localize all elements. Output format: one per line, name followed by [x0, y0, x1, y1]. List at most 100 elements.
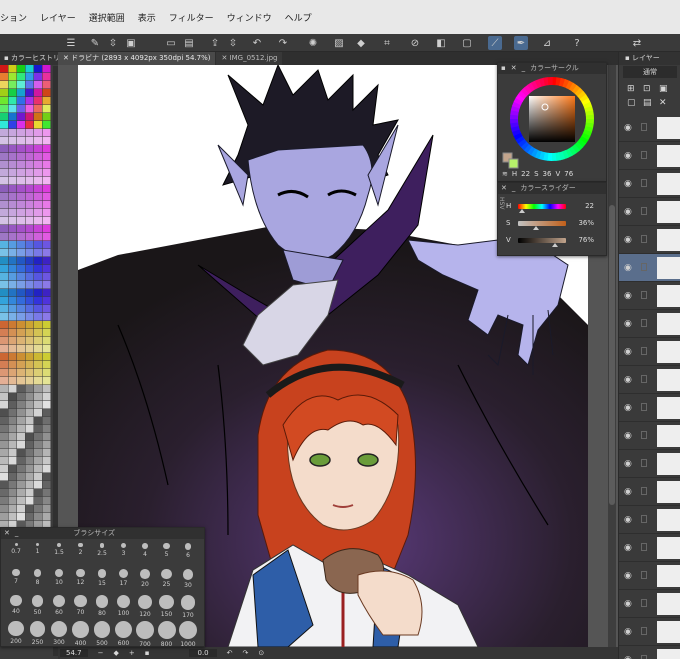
color-swatch[interactable] [17, 385, 25, 393]
brush-size-option[interactable]: 20 [134, 566, 156, 590]
brush-size-option[interactable]: 30 [177, 566, 199, 590]
color-swatch[interactable] [25, 353, 34, 361]
lock-toggle[interactable] [641, 487, 647, 495]
color-swatch[interactable] [8, 353, 17, 361]
color-swatch[interactable] [8, 209, 17, 217]
brush-size-option[interactable]: 3 [113, 540, 135, 564]
visibility-eye-icon[interactable]: ◉ [624, 291, 632, 301]
color-swatch[interactable] [34, 185, 42, 193]
color-swatch[interactable] [8, 249, 17, 257]
color-swatch[interactable] [25, 81, 34, 89]
color-swatch[interactable] [34, 393, 42, 401]
color-swatch[interactable] [0, 417, 8, 425]
color-swatch[interactable] [25, 433, 34, 441]
color-swatch[interactable] [25, 185, 34, 193]
color-swatch[interactable] [34, 305, 42, 313]
color-swatch[interactable] [42, 97, 51, 105]
zoom-slider-icon[interactable]: ◆ [113, 649, 118, 657]
color-swatch[interactable] [8, 89, 17, 97]
color-swatch[interactable] [17, 113, 25, 121]
color-swatch[interactable] [0, 137, 8, 145]
color-swatch[interactable] [34, 473, 42, 481]
color-swatch[interactable] [25, 321, 34, 329]
color-swatch[interactable] [8, 65, 17, 73]
color-swatch[interactable] [0, 489, 8, 497]
brush-size-option[interactable]: 60 [48, 592, 70, 616]
color-swatch[interactable] [17, 281, 25, 289]
color-swatch[interactable] [42, 337, 51, 345]
color-swatch[interactable] [25, 489, 34, 497]
color-swatch[interactable] [42, 465, 51, 473]
color-swatch[interactable] [17, 513, 25, 521]
color-swatch[interactable] [42, 121, 51, 129]
brush-size-option[interactable]: 500 [91, 618, 113, 647]
color-swatch[interactable] [17, 329, 25, 337]
color-swatch[interactable] [25, 449, 34, 457]
color-swatch[interactable] [34, 289, 42, 297]
folder-icon[interactable]: ▤ [643, 98, 652, 108]
color-swatch[interactable] [34, 225, 42, 233]
color-swatch[interactable] [0, 201, 8, 209]
color-swatch[interactable] [0, 433, 8, 441]
color-swatch[interactable] [0, 161, 8, 169]
color-swatch[interactable] [25, 161, 34, 169]
lock-toggle[interactable] [641, 347, 647, 355]
lock-toggle[interactable] [641, 627, 647, 635]
color-swatch[interactable] [8, 329, 17, 337]
deselect-icon[interactable]: ⊘ [408, 36, 422, 50]
color-swatch[interactable] [17, 377, 25, 385]
color-swatch[interactable] [17, 481, 25, 489]
color-swatch[interactable] [34, 505, 42, 513]
open-folder-icon[interactable]: ▤ [182, 36, 196, 50]
color-swatch[interactable] [0, 481, 8, 489]
brush-size-option[interactable]: 15 [91, 566, 113, 590]
color-swatch[interactable] [34, 313, 42, 321]
color-swatch[interactable] [34, 81, 42, 89]
brush-size-option[interactable]: 700 [134, 618, 156, 648]
color-swatch[interactable] [34, 297, 42, 305]
color-swatch[interactable] [17, 129, 25, 137]
visibility-eye-icon[interactable]: ◉ [624, 459, 632, 469]
hue-ring-segment[interactable] [547, 77, 553, 86]
hsv-toggle-icon[interactable]: ≋ [502, 170, 508, 178]
color-swatch[interactable] [17, 73, 25, 81]
minimize-icon[interactable]: _ [15, 528, 19, 539]
color-swatch[interactable] [0, 193, 8, 201]
brush-size-option[interactable]: 5 [156, 540, 178, 564]
layer-row[interactable]: ◉ [619, 562, 680, 590]
close-icon[interactable]: ✕ [4, 528, 10, 539]
color-swatch[interactable] [17, 425, 25, 433]
color-swatch[interactable] [42, 441, 51, 449]
visibility-eye-icon[interactable]: ◉ [624, 599, 632, 609]
layer-row[interactable]: ◉ [619, 394, 680, 422]
color-swatch[interactable] [34, 345, 42, 353]
color-swatch[interactable] [8, 81, 17, 89]
menu-item-window[interactable]: ウィンドウ [227, 11, 272, 24]
rotate-left-icon[interactable]: ↶ [227, 649, 233, 657]
color-swatch[interactable] [25, 233, 34, 241]
visibility-eye-icon[interactable]: ◉ [624, 207, 632, 217]
color-swatch[interactable] [0, 361, 8, 369]
color-swatch[interactable] [25, 201, 34, 209]
brush-size-option[interactable]: 2 [70, 540, 92, 564]
color-swatch[interactable] [0, 441, 8, 449]
color-swatch[interactable] [34, 257, 42, 265]
color-swatch[interactable] [8, 369, 17, 377]
color-swatch[interactable] [17, 233, 25, 241]
color-swatch[interactable] [0, 281, 8, 289]
color-swatch[interactable] [42, 385, 51, 393]
color-swatch[interactable] [8, 97, 17, 105]
color-swatch[interactable] [8, 73, 17, 81]
color-swatch[interactable] [25, 313, 34, 321]
color-swatch[interactable] [0, 321, 8, 329]
color-swatch[interactable] [8, 305, 17, 313]
color-swatch[interactable] [0, 457, 8, 465]
color-swatch[interactable] [34, 361, 42, 369]
color-swatch[interactable] [8, 233, 17, 241]
color-swatch[interactable] [34, 105, 42, 113]
layer-row[interactable]: ◉ [619, 618, 680, 646]
lock-toggle[interactable] [641, 599, 647, 607]
brush-size-option[interactable]: 1.5 [48, 540, 70, 564]
color-swatch[interactable] [17, 393, 25, 401]
color-swatch[interactable] [0, 353, 8, 361]
